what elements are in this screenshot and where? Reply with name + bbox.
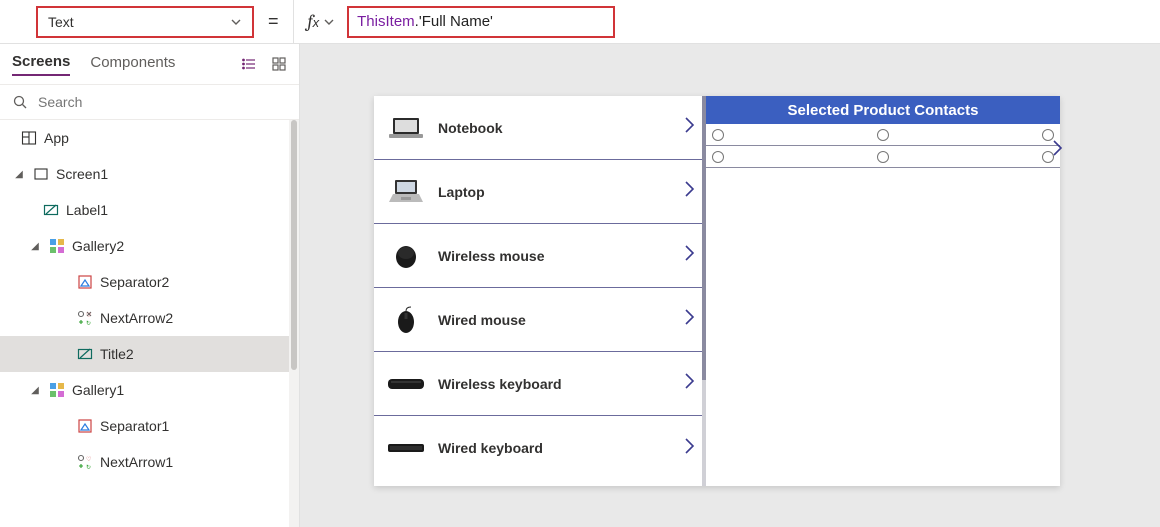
tree-view: App ◢ Screen1 Label1 ◢ Gallery2 xyxy=(0,120,299,527)
gallery-row[interactable]: Notebook xyxy=(374,96,706,160)
tree-item-label: NextArrow2 xyxy=(100,310,173,326)
selection-handle[interactable] xyxy=(877,151,889,163)
fx-icon: fx xyxy=(308,11,320,32)
gallery-row[interactable]: Wired keyboard xyxy=(374,416,706,480)
chevron-right-icon[interactable] xyxy=(682,115,696,140)
gallery-row[interactable]: Wireless keyboard xyxy=(374,352,706,416)
gallery-row[interactable]: Wired mouse xyxy=(374,288,706,352)
product-image xyxy=(386,241,426,271)
selection-handle[interactable] xyxy=(712,129,724,141)
collapse-icon[interactable]: ◢ xyxy=(28,241,42,252)
icons-group-icon: ♡↻ xyxy=(76,309,94,327)
formula-token-object: ThisItem xyxy=(357,13,415,30)
tree-item-separator2[interactable]: Separator2 xyxy=(0,264,299,300)
product-image xyxy=(386,113,426,143)
grid-icon[interactable] xyxy=(271,56,287,72)
product-title: Wireless keyboard xyxy=(438,376,562,392)
search-icon xyxy=(12,94,28,110)
collapse-icon[interactable]: ◢ xyxy=(28,385,42,396)
panel-tabs: Screens Components xyxy=(0,44,299,84)
label-icon xyxy=(42,201,60,219)
selection-handle[interactable] xyxy=(712,151,724,163)
tree-item-nextarrow1[interactable]: ♡↻ NextArrow1 xyxy=(0,444,299,480)
formula-bar: Text = fx ThisItem.'Full Name' xyxy=(0,0,1160,44)
chevron-down-icon xyxy=(230,16,242,28)
property-selector[interactable]: Text xyxy=(36,6,254,38)
product-image xyxy=(386,433,426,463)
tab-screens[interactable]: Screens xyxy=(12,53,70,76)
chevron-right-icon[interactable] xyxy=(682,307,696,332)
product-image xyxy=(386,177,426,207)
tree-item-label: App xyxy=(44,130,69,146)
selection-handle[interactable] xyxy=(877,129,889,141)
fx-section: fx ThisItem.'Full Name' xyxy=(293,0,616,43)
tree-item-nextarrow2[interactable]: ♡↻ NextArrow2 xyxy=(0,300,299,336)
gallery1-preview[interactable]: Notebook Laptop Wireless mouse xyxy=(374,96,706,486)
list-icon[interactable] xyxy=(241,56,257,72)
product-image xyxy=(386,305,426,335)
product-image xyxy=(386,369,426,399)
chevron-right-icon[interactable] xyxy=(682,179,696,204)
separator-icon xyxy=(76,273,94,291)
search-input[interactable] xyxy=(38,94,287,110)
tree-scrollbar-thumb[interactable] xyxy=(291,120,297,370)
property-selector-value: Text xyxy=(48,14,74,30)
tree-item-label: Gallery2 xyxy=(72,238,124,254)
tree-item-app[interactable]: App xyxy=(0,120,299,156)
equals-sign: = xyxy=(268,11,279,32)
tree-item-label: NextArrow1 xyxy=(100,454,173,470)
chevron-right-icon[interactable] xyxy=(682,436,696,461)
chevron-down-icon[interactable] xyxy=(323,16,335,28)
svg-text:↻: ↻ xyxy=(86,320,91,326)
screen-icon xyxy=(32,165,50,183)
tree-view-panel: Screens Components App xyxy=(0,44,300,527)
tree-item-label: Separator2 xyxy=(100,274,169,290)
tree-item-label: Gallery1 xyxy=(72,382,124,398)
tab-components[interactable]: Components xyxy=(90,54,175,75)
app-icon xyxy=(20,129,38,147)
canvas[interactable]: Notebook Laptop Wireless mouse xyxy=(300,44,1160,527)
product-title: Wired mouse xyxy=(438,312,526,328)
product-title: Notebook xyxy=(438,120,503,136)
chevron-right-icon[interactable] xyxy=(682,371,696,396)
collapse-icon[interactable]: ◢ xyxy=(12,169,26,180)
gallery2-template-row[interactable] xyxy=(706,124,1060,146)
icons-group-icon: ♡↻ xyxy=(76,453,94,471)
chevron-right-icon[interactable] xyxy=(1050,138,1064,163)
separator-icon xyxy=(76,417,94,435)
tree-item-title2[interactable]: Title2 xyxy=(0,336,299,372)
label-icon xyxy=(76,345,94,363)
gallery2-template-row[interactable] xyxy=(706,146,1060,168)
gallery-row[interactable]: Wireless mouse xyxy=(374,224,706,288)
gallery-row[interactable]: Laptop xyxy=(374,160,706,224)
tree-item-label1[interactable]: Label1 xyxy=(0,192,299,228)
gallery2-preview[interactable] xyxy=(706,124,1060,168)
svg-text:♡: ♡ xyxy=(86,312,91,319)
tree-item-label: Screen1 xyxy=(56,166,108,182)
app-preview: Notebook Laptop Wireless mouse xyxy=(374,96,1060,486)
gallery-icon xyxy=(48,381,66,399)
tree-item-gallery2[interactable]: ◢ Gallery2 xyxy=(0,228,299,264)
formula-input[interactable]: ThisItem.'Full Name' xyxy=(347,6,615,38)
search-row xyxy=(0,84,299,120)
formula-token-rest: .'Full Name' xyxy=(415,13,493,30)
tree-item-screen1[interactable]: ◢ Screen1 xyxy=(0,156,299,192)
svg-text:↻: ↻ xyxy=(86,464,91,470)
tree-item-separator1[interactable]: Separator1 xyxy=(0,408,299,444)
svg-text:♡: ♡ xyxy=(86,456,91,463)
product-title: Wired keyboard xyxy=(438,440,543,456)
product-title: Wireless mouse xyxy=(438,248,544,264)
tree-item-label: Separator1 xyxy=(100,418,169,434)
product-title: Laptop xyxy=(438,184,485,200)
right-column: Selected Product Contacts xyxy=(706,96,1060,486)
tree-item-label: Label1 xyxy=(66,202,108,218)
tree-item-gallery1[interactable]: ◢ Gallery1 xyxy=(0,372,299,408)
tree-scrollbar[interactable] xyxy=(289,120,299,527)
chevron-right-icon[interactable] xyxy=(682,243,696,268)
gallery-icon xyxy=(48,237,66,255)
tree-item-label: Title2 xyxy=(100,346,134,362)
contacts-header-label: Selected Product Contacts xyxy=(706,96,1060,124)
